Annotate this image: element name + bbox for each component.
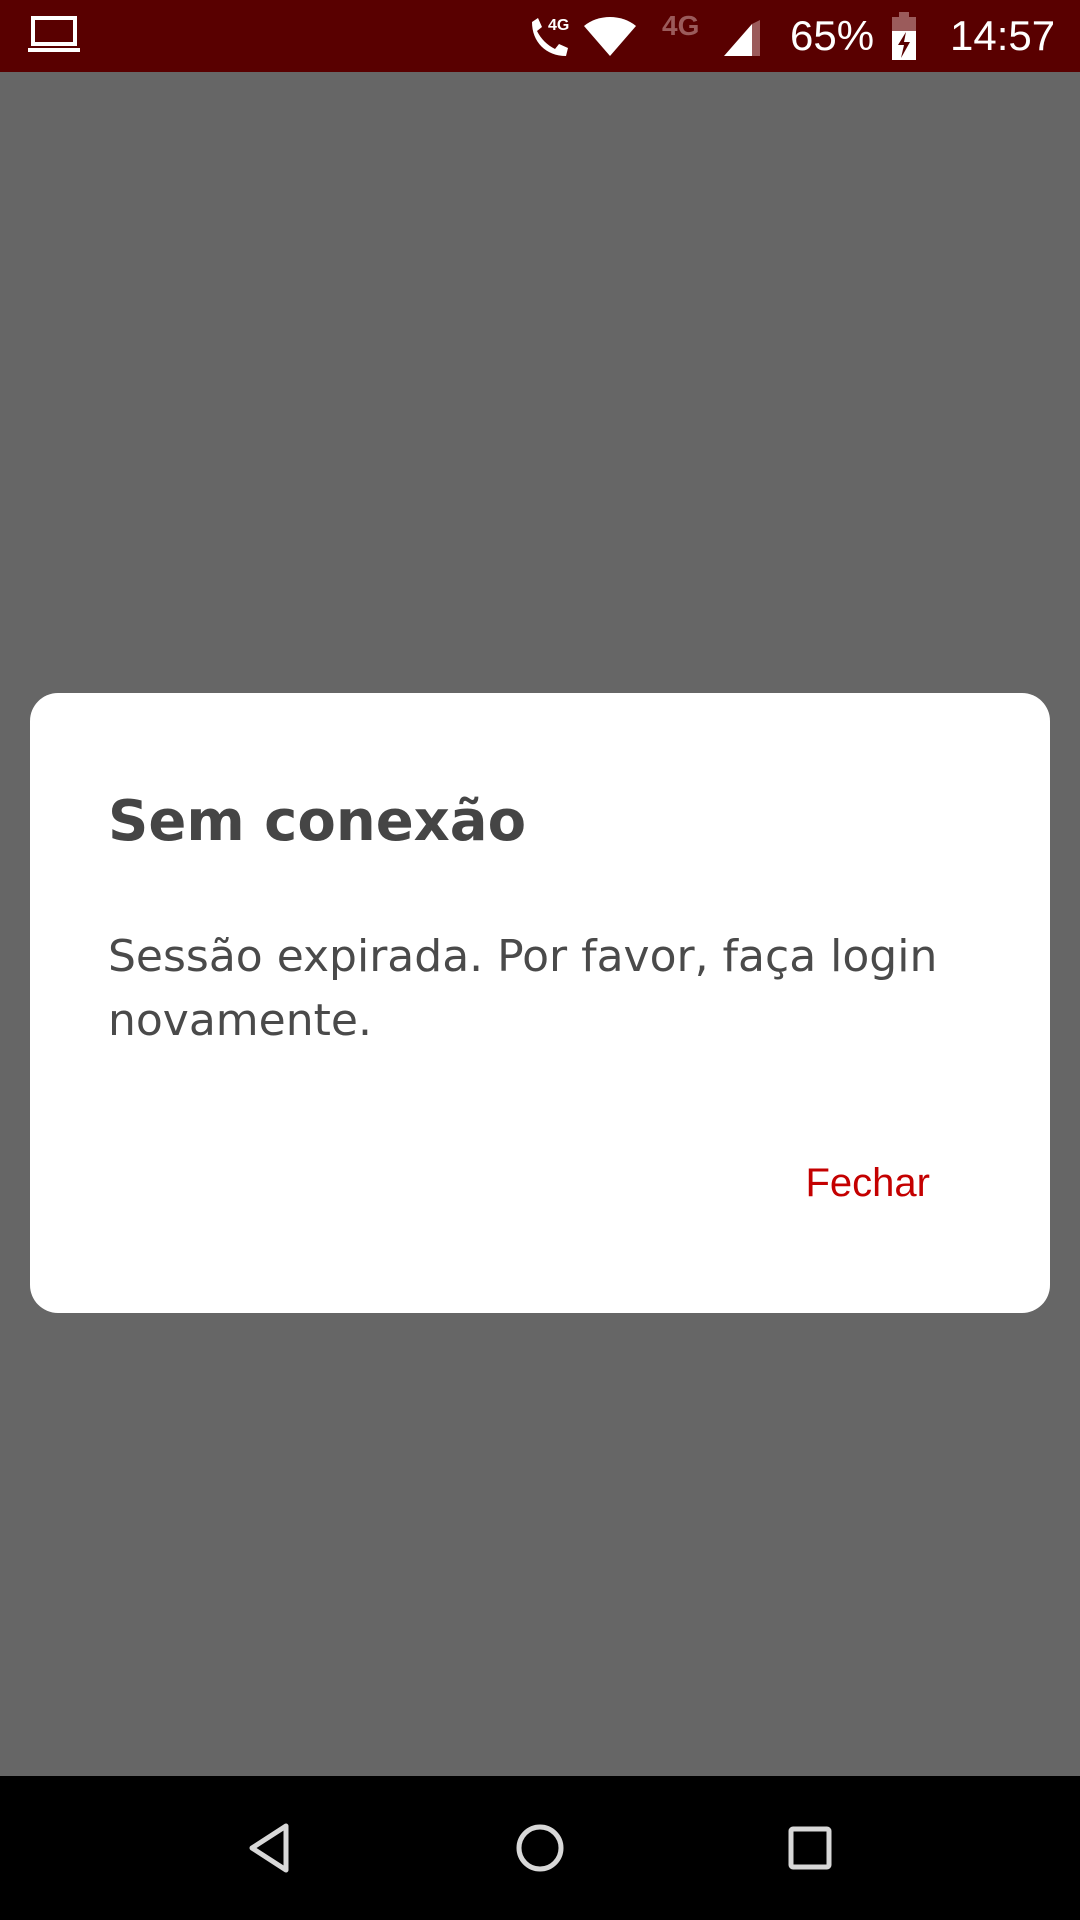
home-button[interactable] <box>480 1776 600 1920</box>
recents-icon <box>788 1826 832 1870</box>
wifi-icon <box>584 17 636 56</box>
laptop-icon <box>28 16 80 52</box>
close-button[interactable]: Fechar <box>806 1161 931 1206</box>
back-button[interactable] <box>210 1776 330 1920</box>
dialog-title: Sem conexão <box>108 789 527 854</box>
no-connection-dialog: Sem conexão Sessão expirada. Por favor, … <box>30 693 1050 1313</box>
svg-text:4G: 4G <box>548 17 569 34</box>
screen: 4G 4G 65% 14:57 Sem conexão Sessão expir… <box>0 0 1080 1920</box>
status-bar: 4G 4G 65% 14:57 <box>0 0 1080 72</box>
clock: 14:57 <box>950 12 1056 59</box>
home-icon <box>516 1824 564 1872</box>
wifi-call-icon: 4G <box>532 17 569 56</box>
secondary-network-label: 4G <box>662 10 700 41</box>
navigation-bar <box>0 1776 1080 1920</box>
dialog-message: Sessão expirada. Por favor, faça login n… <box>108 931 938 1046</box>
signal-icon <box>724 20 760 56</box>
back-icon <box>249 1823 289 1873</box>
battery-percent: 65% <box>790 12 875 59</box>
recents-button[interactable] <box>750 1776 870 1920</box>
battery-charging-icon <box>892 12 916 60</box>
